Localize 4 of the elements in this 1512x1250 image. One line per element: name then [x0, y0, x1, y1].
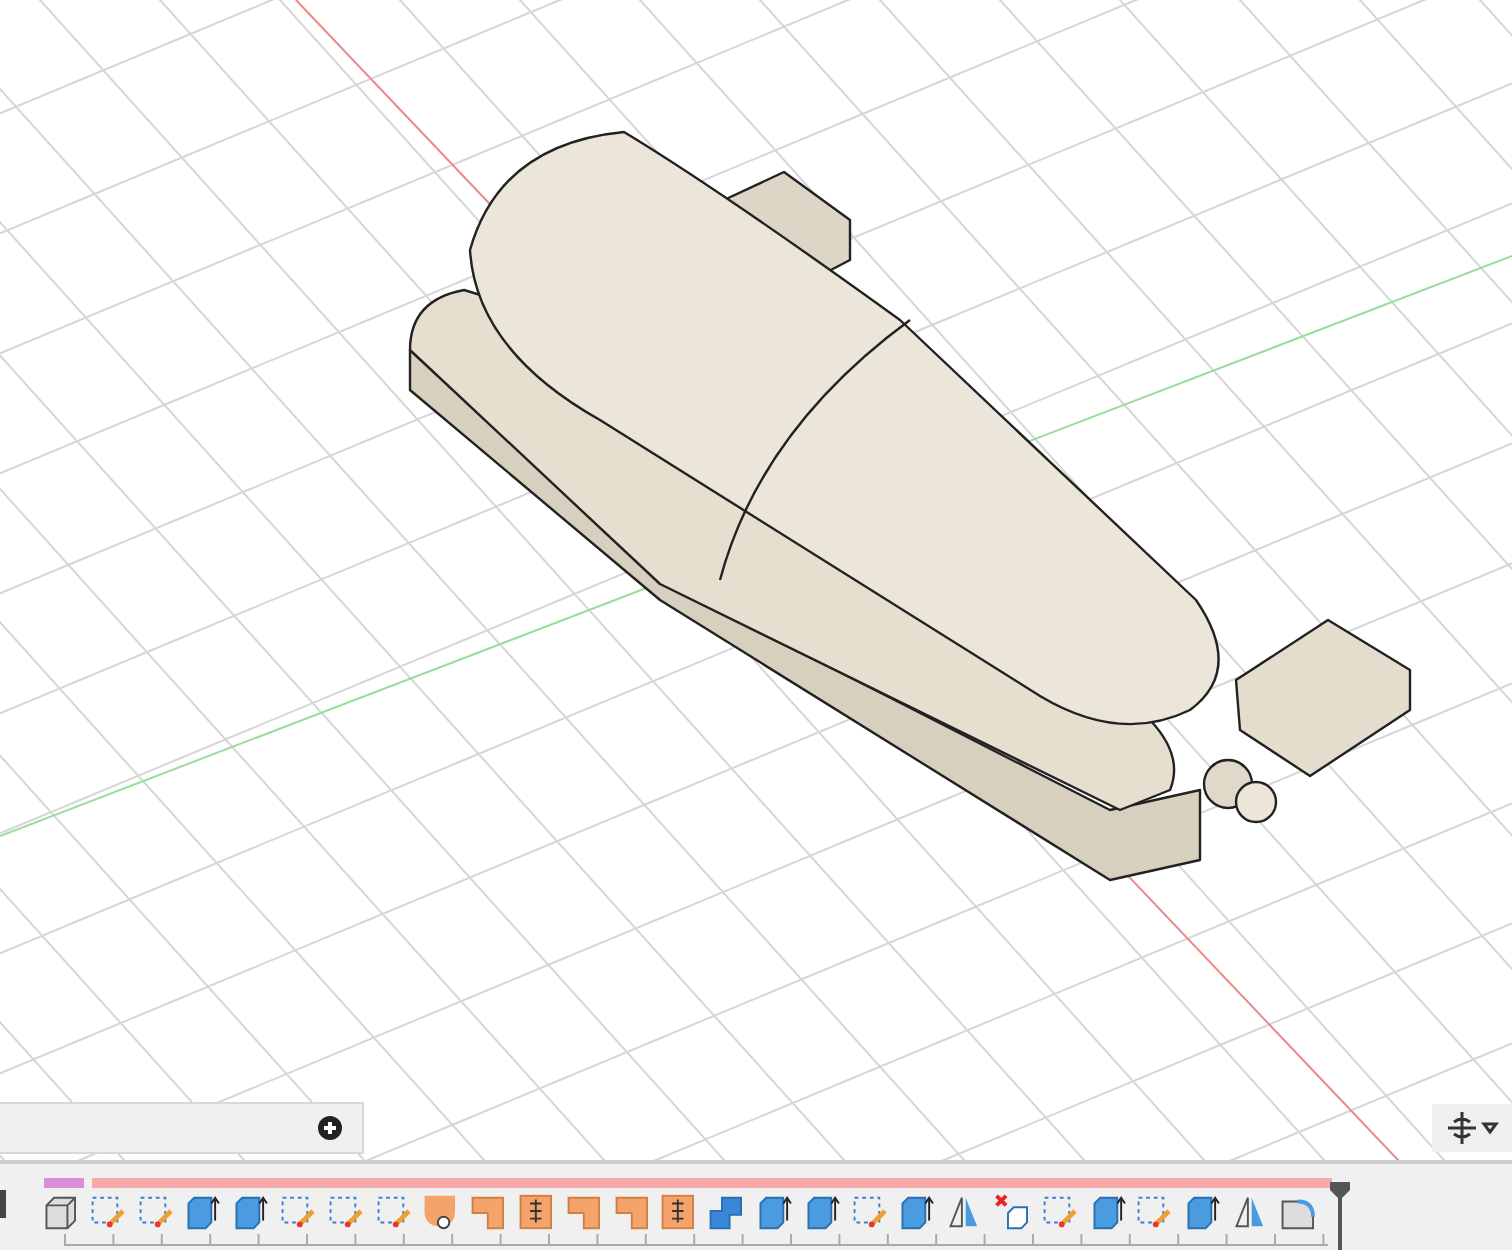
add-icon[interactable] — [318, 1116, 342, 1140]
orbit-icon[interactable] — [1432, 1104, 1512, 1152]
timeline-marker[interactable] — [1328, 1182, 1352, 1250]
timeline-group-strip — [44, 1178, 84, 1188]
